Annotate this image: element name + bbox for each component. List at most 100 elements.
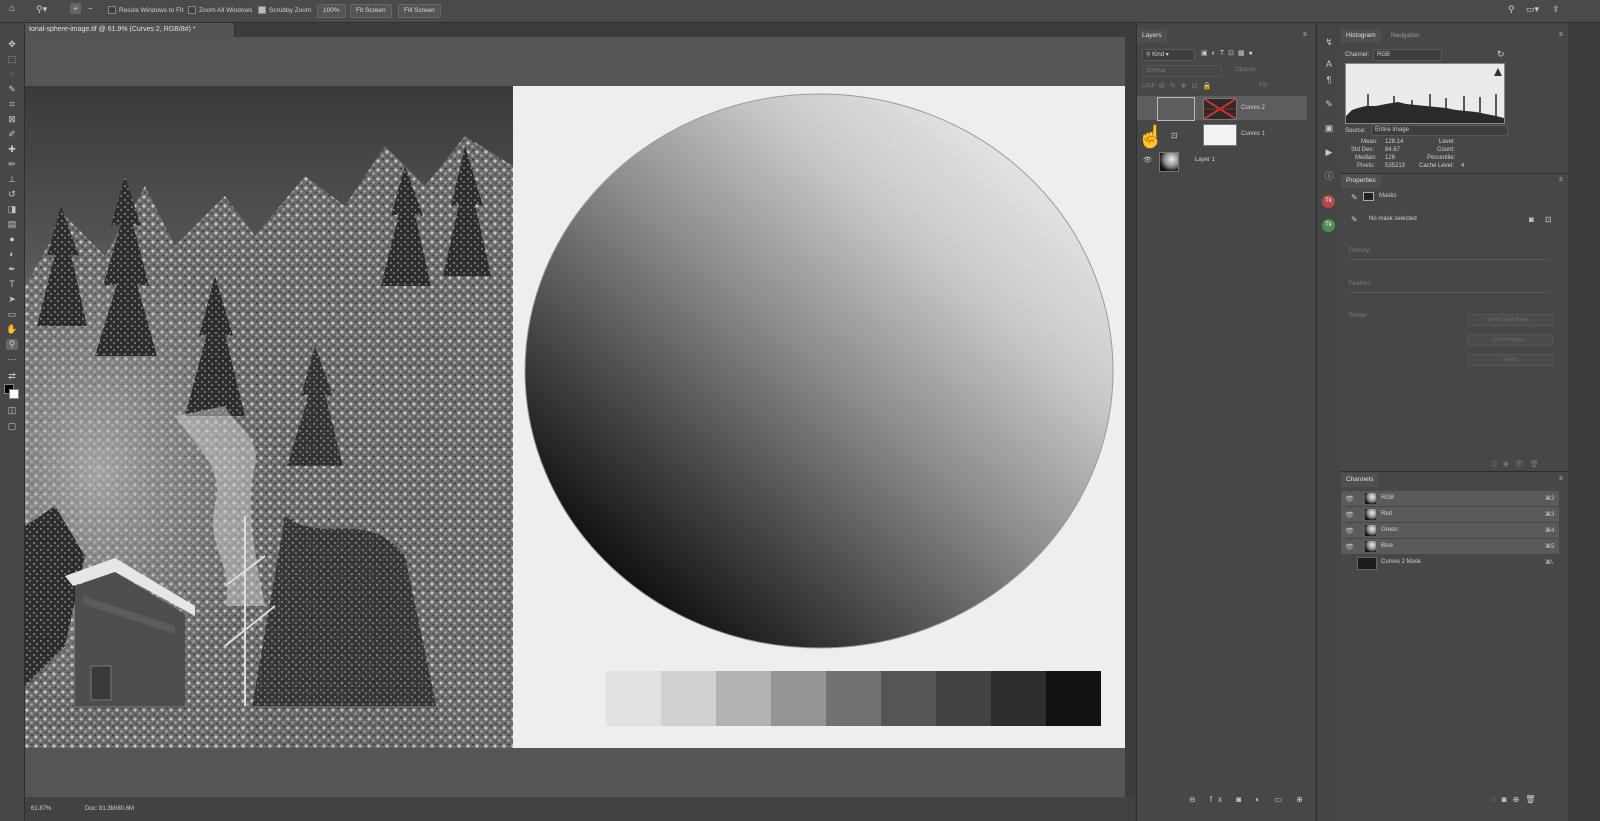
layers-tab[interactable]: Layers: [1137, 29, 1167, 43]
frame-tool-icon[interactable]: ⊠: [6, 114, 18, 125]
density-slider[interactable]: [1349, 259, 1549, 260]
color-range-button[interactable]: Color Range...: [1467, 334, 1553, 346]
visibility-eye-icon[interactable]: 👁: [1345, 511, 1354, 519]
properties-bottom-icons[interactable]: ⊡◉👁🗑: [1491, 460, 1545, 468]
refresh-icon[interactable]: ↻: [1497, 49, 1505, 60]
layer-name[interactable]: Curves 1: [1241, 131, 1265, 137]
path-select-icon[interactable]: ➤: [6, 294, 18, 305]
properties-tab[interactable]: Properties: [1341, 174, 1381, 188]
forest-photo: [25, 86, 513, 748]
stamp-tool-icon[interactable]: ⊥: [6, 174, 18, 185]
scrubby-zoom-checkbox[interactable]: Scrubby Zoom: [258, 5, 311, 17]
zoom-tool-icon[interactable]: ⚲▾: [36, 3, 47, 15]
fit-screen-button[interactable]: Fit Screen: [350, 4, 392, 18]
plugin-red-icon[interactable]: Tk: [1322, 195, 1335, 208]
type-tool-icon[interactable]: T: [6, 279, 18, 290]
crop-tool-icon[interactable]: ⌗: [6, 99, 18, 110]
percentile-label: Percentile:: [1427, 155, 1456, 161]
filter-kind-select[interactable]: ⚲ Kind ▾: [1142, 49, 1195, 61]
channel-row-blue[interactable]: 👁 Blue ⌘5: [1341, 539, 1559, 554]
visibility-eye-icon[interactable]: 👁: [1345, 527, 1354, 535]
add-pixel-mask-icon[interactable]: ◙: [1529, 215, 1534, 224]
info-panel-icon[interactable]: ⓘ: [1323, 171, 1335, 182]
channel-row-red[interactable]: 👁 Red ⌘3: [1341, 507, 1559, 522]
document-info[interactable]: Doc: 81.3M/80.6M: [85, 806, 134, 812]
histogram-menu-icon[interactable]: ≡: [1559, 32, 1563, 38]
share-icon[interactable]: ⇪: [1552, 3, 1560, 15]
layers-menu-icon[interactable]: ≡: [1303, 32, 1307, 38]
document-tab[interactable]: tonal-sphere-image.tif @ 61.9% (Curves 2…: [25, 23, 235, 37]
histogram-tab[interactable]: Histogram: [1341, 29, 1381, 43]
zoom-in-icon[interactable]: +: [70, 3, 81, 14]
workspace-icon[interactable]: ▭▾: [1526, 3, 1539, 15]
quick-select-tool-icon[interactable]: ✎: [6, 84, 18, 95]
more-tools-icon[interactable]: ⋯: [6, 354, 18, 365]
healing-tool-icon[interactable]: ✚: [6, 144, 18, 155]
gradient-tool-icon[interactable]: ▤: [6, 219, 18, 230]
visibility-eye-icon[interactable]: 👁: [1345, 543, 1354, 551]
adjustments-panel-icon[interactable]: ▣: [1323, 123, 1335, 134]
dodge-tool-icon[interactable]: ◐: [6, 249, 18, 260]
fill-screen-button[interactable]: Fill Screen: [398, 4, 441, 18]
channels-tab[interactable]: Channels: [1341, 473, 1379, 487]
channel-row-rgb[interactable]: 👁 RGB ⌘2: [1341, 491, 1559, 506]
panel-divider: [1341, 471, 1568, 472]
density-label: Density:: [1349, 248, 1371, 254]
layer-name[interactable]: Curves 2: [1241, 105, 1265, 111]
zoom-out-icon[interactable]: −: [88, 3, 93, 15]
visibility-eye-icon[interactable]: 👁: [1143, 156, 1152, 164]
invert-button[interactable]: Invert: [1467, 354, 1553, 366]
blend-mode-select[interactable]: Normal: [1142, 65, 1222, 77]
layer-bottom-icons[interactable]: ⊝ fx ◙ ◐ ▭ ⊕ 🗑: [1189, 795, 1333, 804]
home-icon[interactable]: ⌂: [9, 3, 15, 15]
brush-panel-icon[interactable]: ✎: [1323, 99, 1335, 110]
quick-mask-icon[interactable]: ◫: [6, 405, 18, 416]
paragraph-panel-icon[interactable]: ¶: [1323, 75, 1335, 86]
history-brush-icon[interactable]: ↺: [6, 189, 18, 200]
lock-icons[interactable]: ⊞✎✥⊡🔒: [1159, 82, 1216, 90]
channels-bottom-icons[interactable]: ◌◙⊕🗑: [1491, 795, 1541, 804]
lasso-tool-icon[interactable]: ◌: [6, 69, 18, 80]
eraser-tool-icon[interactable]: ◨: [6, 204, 18, 215]
layer-name[interactable]: Layer 1: [1195, 157, 1215, 163]
curves-2-mask-thumbnail[interactable]: [1203, 98, 1237, 120]
visibility-eye-icon[interactable]: 👁: [1345, 495, 1354, 503]
layer-row-layer-1[interactable]: 👁 Layer 1: [1137, 148, 1307, 172]
feather-slider[interactable]: [1349, 292, 1549, 293]
channel-row-green[interactable]: 👁 Green ⌘4: [1341, 523, 1559, 538]
layer-row-curves-2[interactable]: Curves 2: [1137, 96, 1307, 121]
move-tool-icon[interactable]: ✥: [6, 39, 18, 50]
properties-menu-icon[interactable]: ≡: [1559, 177, 1563, 183]
zoom-100-button[interactable]: 100%: [317, 4, 346, 18]
swap-colors-icon[interactable]: ⇄: [6, 371, 18, 382]
hand-tool-icon[interactable]: ✋: [6, 324, 18, 335]
channels-menu-icon[interactable]: ≡: [1559, 476, 1563, 482]
history-panel-icon[interactable]: ↯: [1323, 37, 1335, 48]
add-vector-mask-icon[interactable]: ⊡: [1545, 215, 1552, 224]
character-panel-icon[interactable]: A: [1323, 59, 1335, 70]
channel-row-curves-2-mask[interactable]: Curves 2 Mask ⌘\: [1341, 555, 1559, 570]
actions-play-icon[interactable]: ▶: [1323, 147, 1335, 158]
resize-windows-checkbox[interactable]: Resize Windows to Fit: [108, 5, 183, 17]
pen-tool-icon[interactable]: ✒: [6, 264, 18, 275]
select-and-mask-button[interactable]: Select and Mask...: [1467, 314, 1553, 326]
layer-filter-icons[interactable]: ▣◐T⊡▦●: [1201, 49, 1257, 57]
zoom-all-checkbox[interactable]: Zoom All Windows: [188, 5, 252, 17]
shape-tool-icon[interactable]: ▭: [6, 309, 18, 320]
navigator-tab[interactable]: Navigation: [1391, 33, 1419, 39]
source-select[interactable]: Entire Image: [1371, 125, 1508, 136]
background-color-swatch[interactable]: [9, 389, 19, 399]
marquee-tool-icon[interactable]: ⬚: [6, 54, 18, 65]
screen-mode-icon[interactable]: ▢: [6, 421, 18, 432]
layer-1-thumbnail[interactable]: [1159, 152, 1179, 172]
zoom-level[interactable]: 61.87%: [31, 806, 51, 812]
brush-tool-icon[interactable]: ✏: [6, 159, 18, 170]
blur-tool-icon[interactable]: ●: [6, 234, 18, 245]
zoom-tool-active-icon[interactable]: ⚲: [6, 339, 18, 350]
eyedropper-tool-icon[interactable]: ✐: [6, 129, 18, 140]
search-icon[interactable]: ⚲: [1508, 3, 1515, 15]
channel-shortcut: ⌘3: [1545, 512, 1555, 518]
curves-1-mask-thumbnail[interactable]: [1203, 124, 1237, 146]
channel-select[interactable]: RGB: [1373, 49, 1442, 61]
plugin-green-icon[interactable]: Tk: [1322, 219, 1335, 232]
